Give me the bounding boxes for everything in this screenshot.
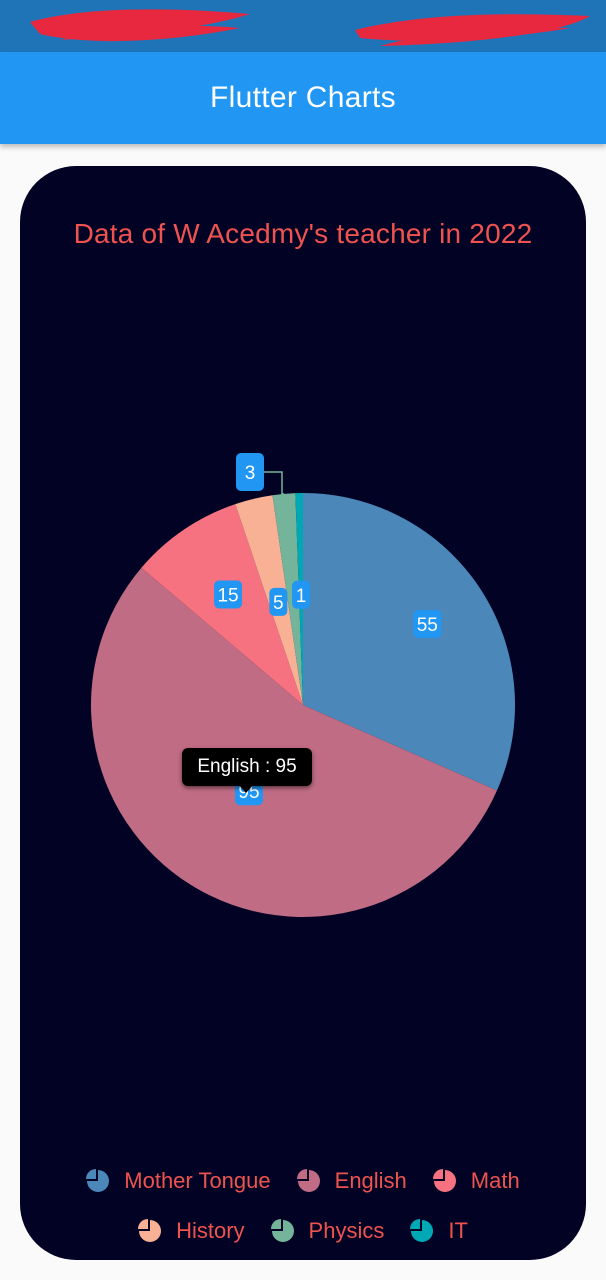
legend-label: History bbox=[176, 1218, 245, 1243]
connector-line bbox=[264, 471, 284, 495]
pie-icon bbox=[410, 1219, 434, 1242]
chart-card: Data of W Acedmy's teacher in 2022 55 95 1… bbox=[20, 166, 586, 1260]
legend-item-physics[interactable]: Physics bbox=[270, 1218, 385, 1244]
data-label-history: 5 bbox=[273, 593, 284, 614]
app-title: Flutter Charts bbox=[210, 81, 396, 114]
legend-label: Physics bbox=[308, 1218, 385, 1243]
legend-label: Math bbox=[470, 1168, 520, 1193]
data-label-mother-tongue: 55 bbox=[417, 615, 438, 636]
tooltip-pointer bbox=[239, 785, 253, 793]
legend-label: Mother Tongue bbox=[124, 1168, 271, 1193]
data-label-math: 15 bbox=[217, 585, 238, 606]
pie-icon bbox=[432, 1169, 456, 1192]
app-bar: Flutter Charts bbox=[0, 52, 606, 144]
legend-item-math[interactable]: Math bbox=[432, 1168, 520, 1194]
legend-item-english[interactable]: English bbox=[296, 1168, 407, 1194]
chart-legend: Mother Tongue English Math History Physi… bbox=[20, 1156, 586, 1256]
chart-tooltip: English : 95 bbox=[182, 748, 312, 786]
legend-label: IT bbox=[448, 1218, 468, 1243]
legend-row: Mother Tongue English Math bbox=[20, 1156, 586, 1206]
legend-item-mother-tongue[interactable]: Mother Tongue bbox=[86, 1168, 271, 1194]
data-label-it: 1 bbox=[296, 586, 307, 607]
pie-icon bbox=[270, 1219, 294, 1242]
pie-icon bbox=[86, 1169, 110, 1192]
legend-row: History Physics IT bbox=[20, 1206, 586, 1256]
legend-label: English bbox=[334, 1168, 407, 1193]
pie-icon bbox=[138, 1219, 162, 1242]
data-label-physics: 3 bbox=[245, 463, 256, 484]
legend-item-it[interactable]: IT bbox=[410, 1218, 468, 1244]
legend-item-history[interactable]: History bbox=[138, 1218, 245, 1244]
status-bar bbox=[0, 0, 606, 52]
redaction-mark-left bbox=[30, 9, 590, 46]
pie-icon bbox=[296, 1169, 320, 1192]
pie-chart[interactable]: 559515 531 bbox=[20, 166, 586, 1146]
